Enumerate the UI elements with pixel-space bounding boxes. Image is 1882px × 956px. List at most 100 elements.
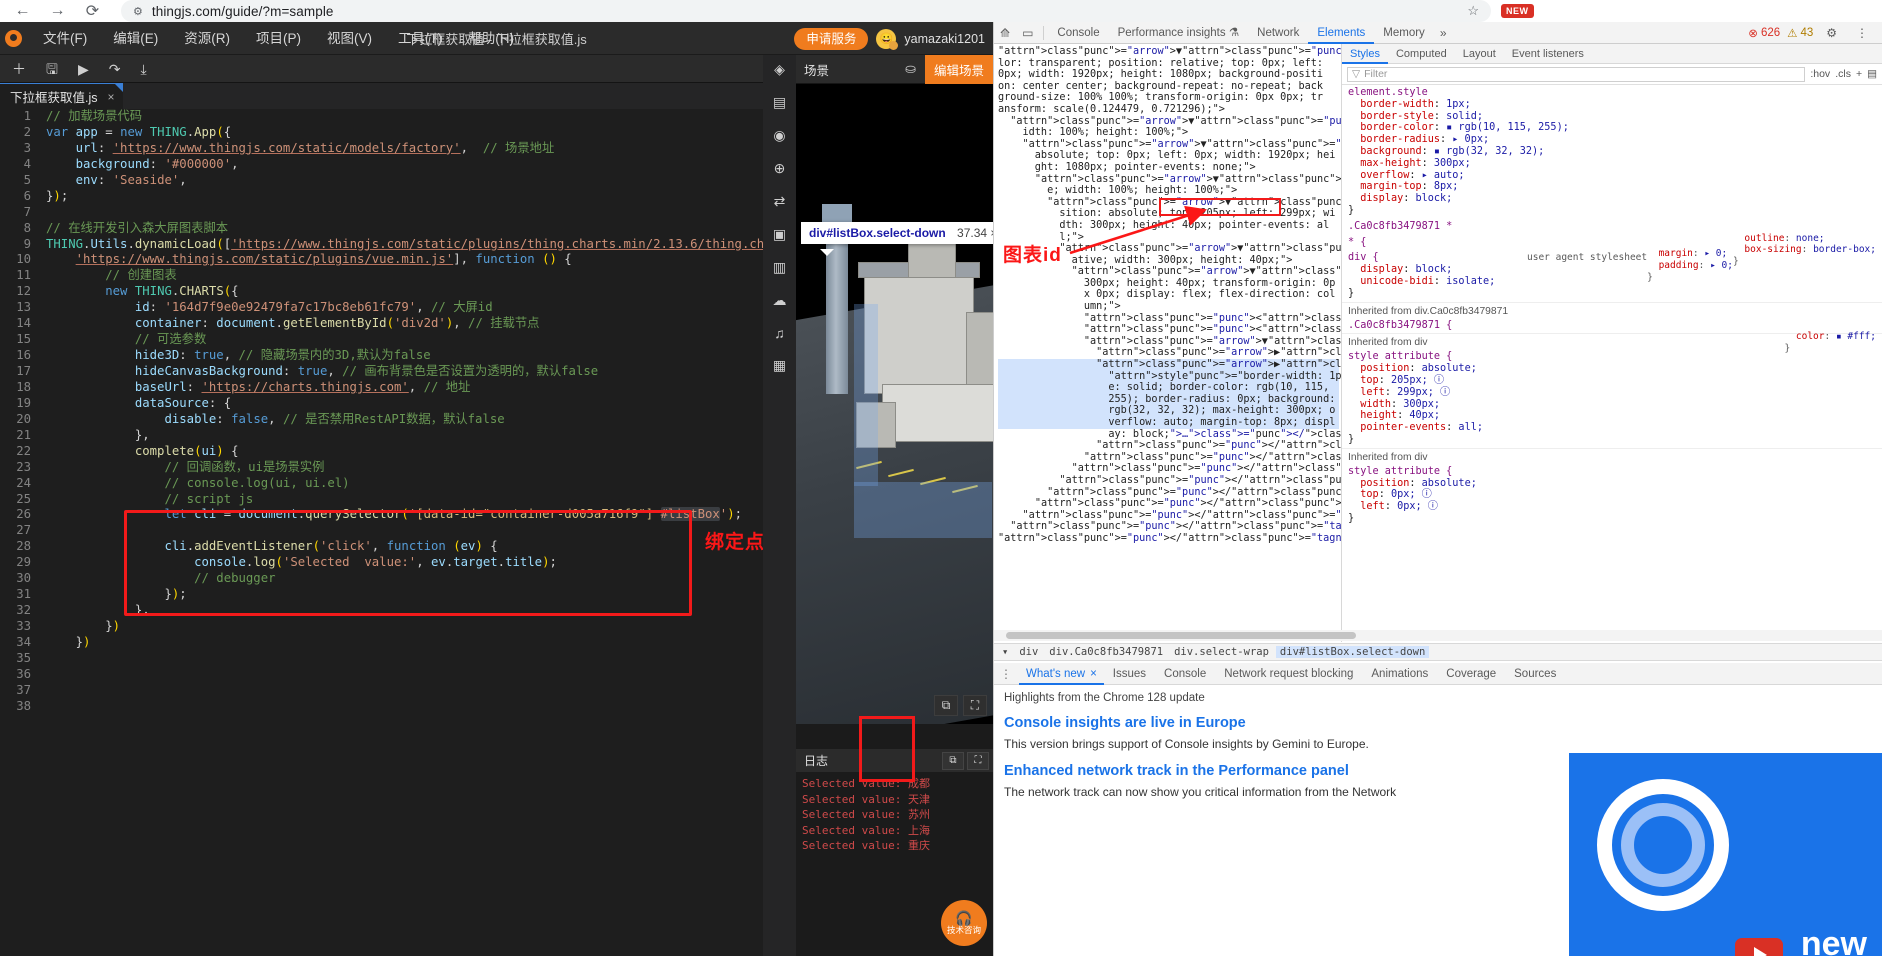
class-button[interactable]: .cls bbox=[1835, 68, 1851, 80]
dom-tree-line[interactable]: "attrn">class"punc">="punc"></"attrn">cl… bbox=[998, 440, 1341, 452]
tab-network[interactable]: Network bbox=[1248, 22, 1308, 44]
style-rule[interactable]: .Ca0c8fb3479871 * outline: none; box-siz… bbox=[1342, 219, 1882, 266]
error-count[interactable]: ⊗ 626 bbox=[1748, 26, 1780, 40]
menu-item-resource[interactable]: 资源(R) bbox=[171, 22, 243, 55]
dom-tree-line[interactable]: "attrn">class"punc">="arrow">▶"attrn">cl… bbox=[998, 359, 1341, 371]
tab-layout[interactable]: Layout bbox=[1455, 44, 1504, 64]
dom-tree-line[interactable]: "attrn">class"punc">="arrow">▼"attrn">cl… bbox=[998, 174, 1341, 186]
tab-elements[interactable]: Elements bbox=[1308, 22, 1374, 44]
bookmark-star-icon[interactable]: ☆ bbox=[1467, 3, 1479, 19]
dom-tree-line[interactable]: "attrn">class"punc">="punc"></"attrn">cl… bbox=[998, 510, 1341, 522]
music-icon[interactable]: ♫ bbox=[774, 325, 785, 341]
styles-pane[interactable]: Styles Computed Layout Event listeners ▽… bbox=[1342, 44, 1882, 642]
tab-console[interactable]: Console bbox=[1048, 22, 1108, 44]
computed-sidebar-toggle-icon[interactable]: ▤ bbox=[1867, 68, 1877, 80]
dom-tree-pane[interactable]: "attrn">class"punc">="arrow">▼"attrn">cl… bbox=[994, 44, 1342, 642]
drawer-tab-whats-new[interactable]: What's new × bbox=[1019, 663, 1104, 685]
dom-tree-line[interactable]: "attrn">class"punc">="punc"></"attrn">cl… bbox=[998, 533, 1341, 545]
dom-tree-line[interactable]: "attrn">class"punc">="punc"></"attrn">cl… bbox=[998, 498, 1341, 510]
dom-tree-line[interactable]: ansform: scale(0.124479, 0.721296);"> bbox=[998, 104, 1339, 116]
dom-tree-line[interactable]: "attrn">style"punc">="border-width: 1px;… bbox=[998, 370, 1341, 383]
drawer-tab-network-request-blocking[interactable]: Network request blocking bbox=[1215, 663, 1362, 685]
download-icon[interactable]: ⤓ bbox=[140, 62, 146, 76]
layers-icon[interactable]: ◈ bbox=[774, 61, 785, 78]
scene-viewport[interactable]: div#listBox.select-down 37.34 × 216.39 ⧉… bbox=[796, 84, 993, 724]
dom-tree-line[interactable]: "attrn">class"punc">="arrow">▼"attrn">cl… bbox=[998, 46, 1341, 58]
styles-content[interactable]: element.style border-width: 1px; border-… bbox=[1342, 85, 1882, 527]
dom-tree-line[interactable]: "attrn">class"punc">="arrow">▼"attrn">cl… bbox=[998, 266, 1341, 278]
styles-filter-input[interactable]: ▽ Filter bbox=[1347, 66, 1806, 82]
dom-tree-line[interactable]: "attrn">class"punc">="punc"></"attrn">cl… bbox=[998, 521, 1341, 533]
breadcrumb-chevron-icon[interactable]: ▾ bbox=[998, 646, 1012, 658]
dom-tree-line[interactable]: x 0px; display: flex; flex-direction: co… bbox=[998, 289, 1339, 301]
save-icon[interactable]: 🖫 bbox=[46, 62, 58, 76]
style-rule[interactable]: style attribute { position: absolute; to… bbox=[1342, 464, 1882, 527]
drawer-tab-console[interactable]: Console bbox=[1155, 663, 1215, 685]
new-style-rule-button[interactable]: + bbox=[1856, 68, 1862, 80]
dom-tree-line[interactable]: "attrn">class"punc">="punc"></"attrn">cl… bbox=[998, 475, 1341, 487]
breadcrumb-item-listbox[interactable]: div#listBox.select-down bbox=[1275, 646, 1430, 658]
edit-scene-button[interactable]: 编辑场景 bbox=[924, 54, 993, 84]
gear-icon[interactable]: ⚙ bbox=[1820, 26, 1843, 40]
dom-tree-line[interactable]: "attrn">class"punc">="arrow">▼"attrn">cl… bbox=[998, 336, 1341, 348]
chevron-right-icon[interactable]: » bbox=[1434, 26, 1453, 40]
tech-support-button[interactable]: 🎧 技术咨询 bbox=[941, 900, 987, 946]
image-icon[interactable]: ▣ bbox=[773, 226, 786, 243]
dom-tree-line[interactable]: ght: 1080px; pointer-events: none;"> bbox=[998, 162, 1339, 174]
apply-service-button[interactable]: 申请服务 bbox=[794, 27, 869, 50]
dom-tree-line[interactable]: "attrn">class"punc">="arrow">▼"attrn">cl… bbox=[998, 116, 1341, 128]
fullscreen-icon[interactable]: ⛶ bbox=[963, 695, 987, 716]
dom-tree-line[interactable]: e: solid; border-color: rgb(10, 115, bbox=[998, 382, 1339, 394]
dom-tree-line[interactable]: "attrn">class"punc">="punc"></"attrn">cl… bbox=[998, 487, 1341, 499]
breadcrumb-item-div[interactable]: div bbox=[1015, 646, 1042, 658]
dom-tree-line[interactable]: 255); border-radius: 0px; background: bbox=[998, 393, 1339, 406]
reload-icon[interactable]: ⟳ bbox=[84, 3, 101, 20]
dom-tree-line[interactable]: verflow: auto; margin-top: 8px; displ bbox=[998, 417, 1339, 429]
close-icon[interactable]: × bbox=[108, 90, 115, 104]
drawer-tab-sources[interactable]: Sources bbox=[1505, 663, 1565, 685]
style-rule[interactable]: .Ca0c8fb3479871 { color: ▪ #fff; } bbox=[1342, 318, 1882, 355]
warning-count[interactable]: ⚠ 43 bbox=[1787, 26, 1813, 40]
globe-icon[interactable]: ◉ bbox=[773, 127, 785, 144]
popout-icon[interactable]: ⧉ bbox=[934, 695, 958, 716]
new-icon[interactable]: ＋ bbox=[12, 62, 26, 76]
dom-tree-line[interactable]: "attrn">class"punc">="punc"></"attrn">cl… bbox=[998, 463, 1341, 475]
dom-tree-line[interactable]: e; width: 100%; height: 100%;"> bbox=[998, 185, 1339, 197]
log-popout-icon[interactable]: ⧉ bbox=[942, 751, 964, 770]
drawer-tab-animations[interactable]: Animations bbox=[1362, 663, 1437, 685]
drawer-tab-issues[interactable]: Issues bbox=[1104, 663, 1155, 685]
tab-computed[interactable]: Computed bbox=[1388, 44, 1455, 64]
tab-memory[interactable]: Memory bbox=[1374, 22, 1434, 44]
menu-item-view[interactable]: 视图(V) bbox=[314, 22, 385, 55]
more-options-icon[interactable]: ⋮ bbox=[1850, 26, 1874, 40]
hierarchy-icon[interactable]: ⛀ bbox=[896, 61, 925, 77]
plus-icon[interactable]: ⊕ bbox=[774, 160, 786, 177]
grid-icon[interactable]: ▦ bbox=[773, 357, 786, 374]
dom-tree-line[interactable]: 0px; width: 1920px; height: 1080px; back… bbox=[998, 69, 1339, 81]
drawer-tab-coverage[interactable]: Coverage bbox=[1437, 663, 1505, 685]
avatar[interactable]: 😀 bbox=[876, 28, 899, 50]
log-fullscreen-icon[interactable]: ⛶ bbox=[967, 751, 989, 770]
run-icon[interactable]: ▶ bbox=[78, 62, 89, 76]
style-rule[interactable]: style attribute { position: absolute; to… bbox=[1342, 349, 1882, 447]
address-bar[interactable]: ⚙ thingjs.com/guide/?m=sample ☆ bbox=[121, 0, 1491, 22]
back-arrow-icon[interactable]: ← bbox=[14, 2, 31, 20]
dom-tree-line[interactable]: lor: transparent; position: relative; to… bbox=[998, 58, 1339, 70]
dom-tree-line[interactable]: ground-size: 100% 100%; transform-origin… bbox=[998, 92, 1339, 104]
whats-new-heading-1[interactable]: Console insights are live in Europe bbox=[994, 707, 1882, 734]
hover-state-button[interactable]: :hov bbox=[1810, 68, 1830, 80]
dom-tree-line[interactable]: ay: block;">…">class">="punc"></">class"… bbox=[998, 429, 1341, 441]
close-icon[interactable]: × bbox=[1090, 663, 1097, 685]
style-rule[interactable]: element.style border-width: 1px; border-… bbox=[1342, 85, 1882, 219]
forward-arrow-icon[interactable]: → bbox=[49, 2, 66, 20]
breadcrumb-item-ca0c8fb3479871[interactable]: div.Ca0c8fb3479871 bbox=[1045, 646, 1167, 658]
dom-tree-line[interactable]: umn;"> bbox=[998, 301, 1339, 313]
menu-item-project[interactable]: 项目(P) bbox=[243, 22, 314, 55]
drawer-more-icon[interactable]: ⋮ bbox=[994, 667, 1019, 681]
cloud-icon[interactable]: ☁ bbox=[773, 292, 787, 309]
share-icon[interactable]: ↷ bbox=[109, 62, 121, 76]
table-icon[interactable]: ▥ bbox=[773, 259, 786, 276]
dom-tree-line[interactable]: rgb(32, 32, 32); max-height: 300px; o bbox=[998, 405, 1339, 417]
whats-new-video-thumbnail[interactable]: new bbox=[1569, 753, 1882, 956]
menu-item-edit[interactable]: 编辑(E) bbox=[100, 22, 171, 55]
